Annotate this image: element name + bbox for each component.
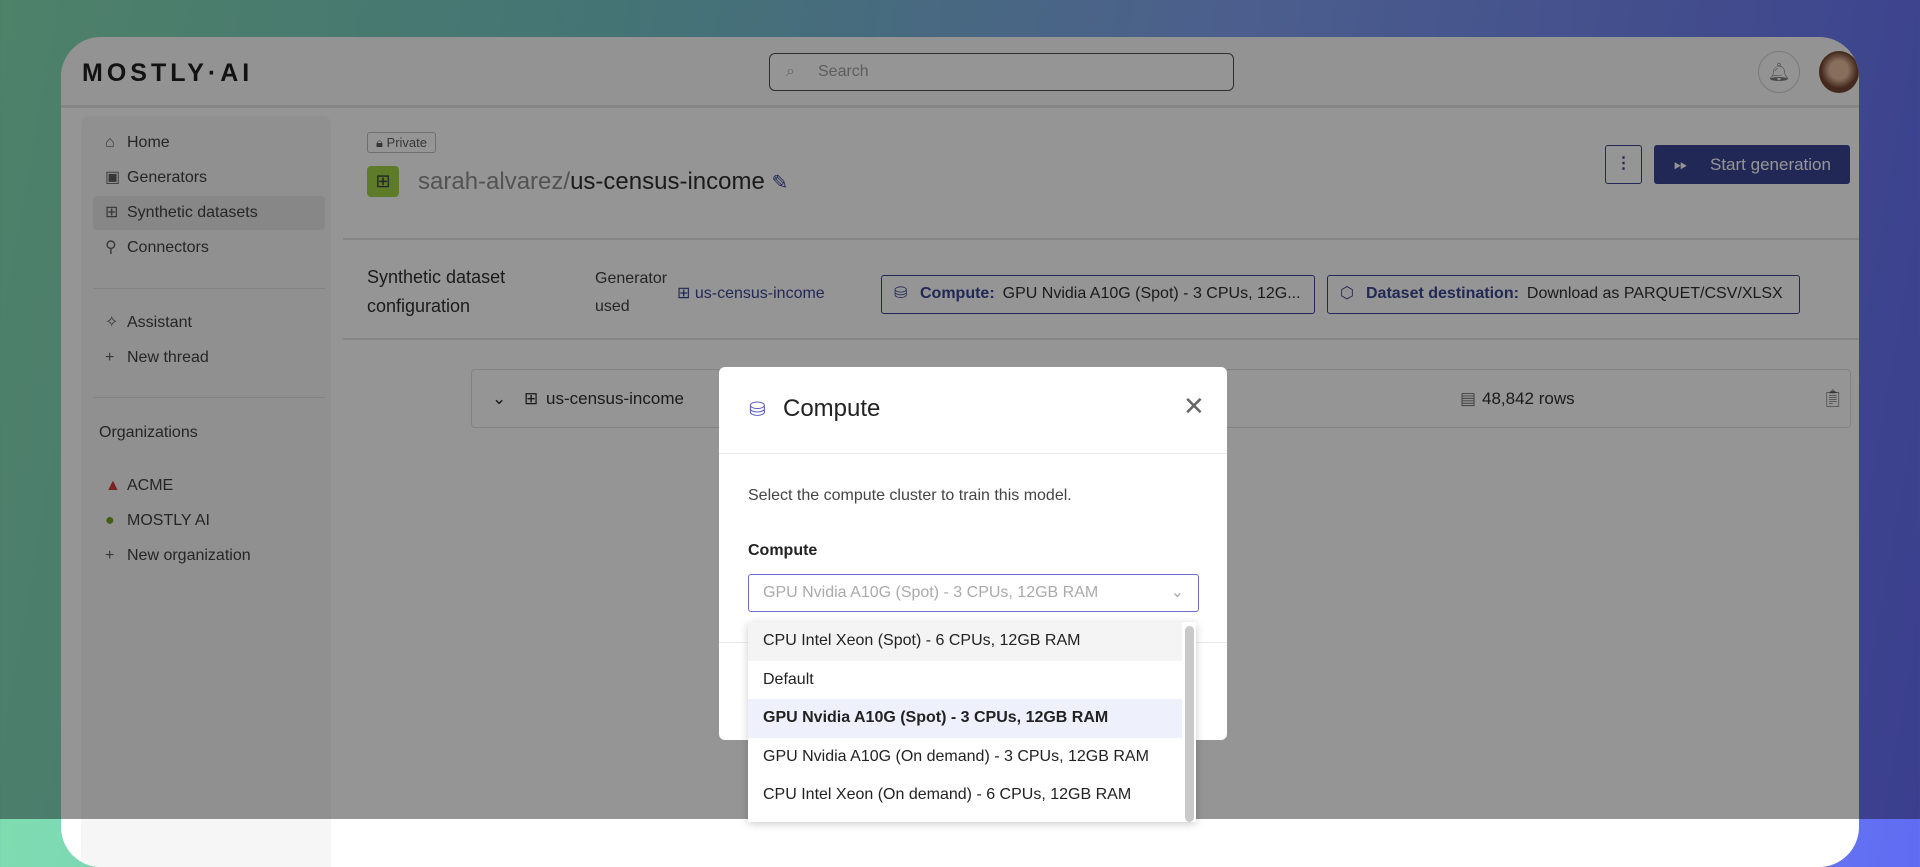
divider [719,453,1227,454]
compute-select[interactable]: GPU Nvidia A10G (Spot) - 3 CPUs, 12GB RA… [748,574,1199,612]
close-icon[interactable]: ✕ [1183,391,1205,422]
compute-label: Compute [748,542,818,559]
server-settings-icon: ⛁ [749,399,766,421]
compute-dropdown: CPU Intel Xeon (Spot) - 6 CPUs, 12GB RAM… [748,622,1196,822]
modal-title: Compute [783,395,881,422]
option-cpu-xeon-spot[interactable]: CPU Intel Xeon (Spot) - 6 CPUs, 12GB RAM [748,622,1182,661]
chevron-down-icon: ⌄ [1170,584,1184,601]
option-default[interactable]: Default [748,661,1182,700]
option-gpu-a10g-on-demand[interactable]: GPU Nvidia A10G (On demand) - 3 CPUs, 12… [748,738,1182,777]
selected-value: GPU Nvidia A10G (Spot) - 3 CPUs, 12GB RA… [763,584,1099,601]
scrollbar[interactable] [1185,626,1194,822]
modal-description: Select the compute cluster to train this… [748,487,1072,504]
option-gpu-a10g-spot[interactable]: GPU Nvidia A10G (Spot) - 3 CPUs, 12GB RA… [748,699,1182,738]
option-cpu-xeon-on-demand[interactable]: CPU Intel Xeon (On demand) - 6 CPUs, 12G… [748,776,1182,815]
